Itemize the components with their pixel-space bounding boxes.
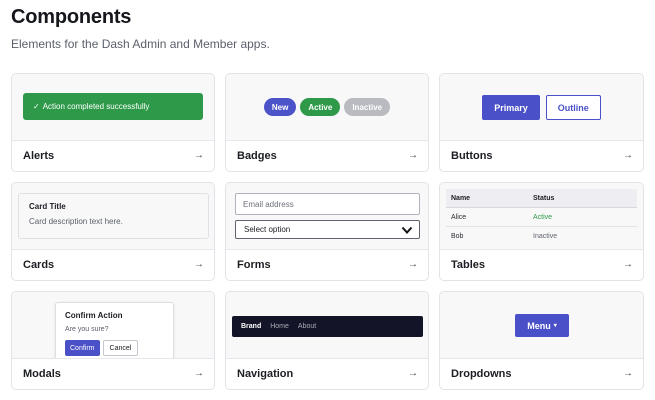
card-label: Dropdowns (451, 367, 512, 380)
buttons-preview: Primary Outline (440, 74, 643, 141)
arrow-right-icon: → (408, 150, 418, 161)
outline-button[interactable]: Outline (545, 95, 601, 120)
cell-name: Alice (451, 213, 467, 221)
component-card-modals[interactable]: Confirm Action Are you sure? Confirm Can… (11, 291, 215, 390)
navigation-preview: Brand Home About (226, 292, 428, 359)
cancel-button[interactable]: Cancel (102, 340, 139, 356)
chevron-down-icon (401, 226, 413, 234)
email-field[interactable]: Email address (235, 193, 420, 215)
option-select[interactable]: Select option (235, 220, 420, 239)
column-header-name: Name (451, 194, 471, 202)
card-footer: Alerts → (12, 140, 214, 171)
card-label: Alerts (23, 149, 55, 162)
component-card-buttons[interactable]: Primary Outline Buttons → (439, 73, 644, 172)
arrow-right-icon: → (623, 259, 633, 270)
modal-actions: Confirm Cancel (65, 340, 164, 356)
card-footer: Badges → (226, 140, 428, 171)
card-footer: Cards → (12, 249, 214, 280)
arrow-right-icon: → (194, 368, 204, 379)
check-icon: ✓ (33, 102, 40, 111)
component-card-navigation[interactable]: Brand Home About Navigation → (225, 291, 429, 390)
sample-table: Name Status Alice Active Bob Inactive (446, 189, 637, 246)
arrow-right-icon: → (623, 368, 633, 379)
table-row: Bob Inactive (446, 227, 637, 246)
cell-status: Active (533, 213, 553, 221)
sample-card-description: Card description text here. (29, 217, 123, 226)
sample-card: Card Title Card description text here. (18, 193, 209, 239)
component-card-forms[interactable]: Email address Select option Forms → (225, 182, 429, 281)
badges-preview: New Active Inactive (226, 74, 428, 141)
card-label: Tables (451, 258, 486, 271)
sample-navbar: Brand Home About (232, 316, 423, 337)
select-value: Select option (244, 225, 291, 234)
badge-new: New (263, 98, 297, 116)
table-row: Alice Active (446, 208, 637, 227)
menu-label: Menu (527, 320, 551, 331)
nav-link-home[interactable]: Home (270, 323, 289, 330)
card-label: Forms (237, 258, 271, 271)
primary-button[interactable]: Primary (482, 95, 540, 120)
alerts-preview: ✓ Action completed successfully (12, 74, 214, 141)
components-grid: ✓ Action completed successfully Alerts →… (11, 73, 644, 390)
caret-down-icon: ▾ (553, 323, 557, 329)
forms-preview: Email address Select option (226, 183, 428, 250)
cell-status: Inactive (533, 233, 558, 240)
arrow-right-icon: → (194, 150, 204, 161)
modal-title: Confirm Action (65, 311, 123, 320)
component-card-dropdowns[interactable]: Menu ▾ Dropdowns → (439, 291, 644, 390)
sample-modal: Confirm Action Are you sure? Confirm Can… (55, 302, 174, 358)
badge-active: Active (300, 98, 341, 116)
component-card-alerts[interactable]: ✓ Action completed successfully Alerts → (11, 73, 215, 172)
modal-body: Are you sure? (65, 326, 109, 333)
badge-group: New Active Inactive (226, 98, 428, 116)
card-footer: Tables → (440, 249, 643, 280)
arrow-right-icon: → (623, 150, 633, 161)
component-card-badges[interactable]: New Active Inactive Badges → (225, 73, 429, 172)
card-footer: Dropdowns → (440, 358, 643, 389)
card-label: Cards (23, 258, 55, 271)
nav-link-about[interactable]: About (298, 323, 316, 330)
card-footer: Modals → (12, 358, 214, 389)
badge-inactive: Inactive (344, 98, 391, 116)
arrow-right-icon: → (408, 259, 418, 270)
column-header-status: Status (533, 194, 555, 202)
confirm-button[interactable]: Confirm (65, 340, 100, 356)
card-footer: Buttons → (440, 140, 643, 171)
menu-dropdown-button[interactable]: Menu ▾ (515, 314, 569, 337)
cards-preview: Card Title Card description text here. (12, 183, 214, 250)
button-group: Primary Outline (440, 95, 643, 120)
arrow-right-icon: → (194, 259, 204, 270)
card-footer: Navigation → (226, 358, 428, 389)
card-footer: Forms → (226, 249, 428, 280)
dropdowns-preview: Menu ▾ (440, 292, 643, 359)
page-subtitle: Elements for the Dash Admin and Member a… (11, 37, 270, 51)
card-label: Navigation (237, 367, 294, 380)
component-card-tables[interactable]: Name Status Alice Active Bob Inactive Ta… (439, 182, 644, 281)
table-header: Name Status (446, 189, 637, 208)
success-alert: ✓ Action completed successfully (23, 93, 203, 120)
card-label: Modals (23, 367, 61, 380)
cell-name: Bob (451, 233, 464, 240)
alert-text: Action completed successfully (42, 102, 150, 111)
card-label: Badges (237, 149, 277, 162)
component-card-cards[interactable]: Card Title Card description text here. C… (11, 182, 215, 281)
arrow-right-icon: → (408, 368, 418, 379)
modals-preview: Confirm Action Are you sure? Confirm Can… (12, 292, 214, 359)
card-label: Buttons (451, 149, 493, 162)
nav-brand[interactable]: Brand (241, 323, 261, 330)
page-title: Components (11, 6, 132, 28)
sample-card-title: Card Title (29, 202, 66, 211)
tables-preview: Name Status Alice Active Bob Inactive (440, 183, 643, 250)
